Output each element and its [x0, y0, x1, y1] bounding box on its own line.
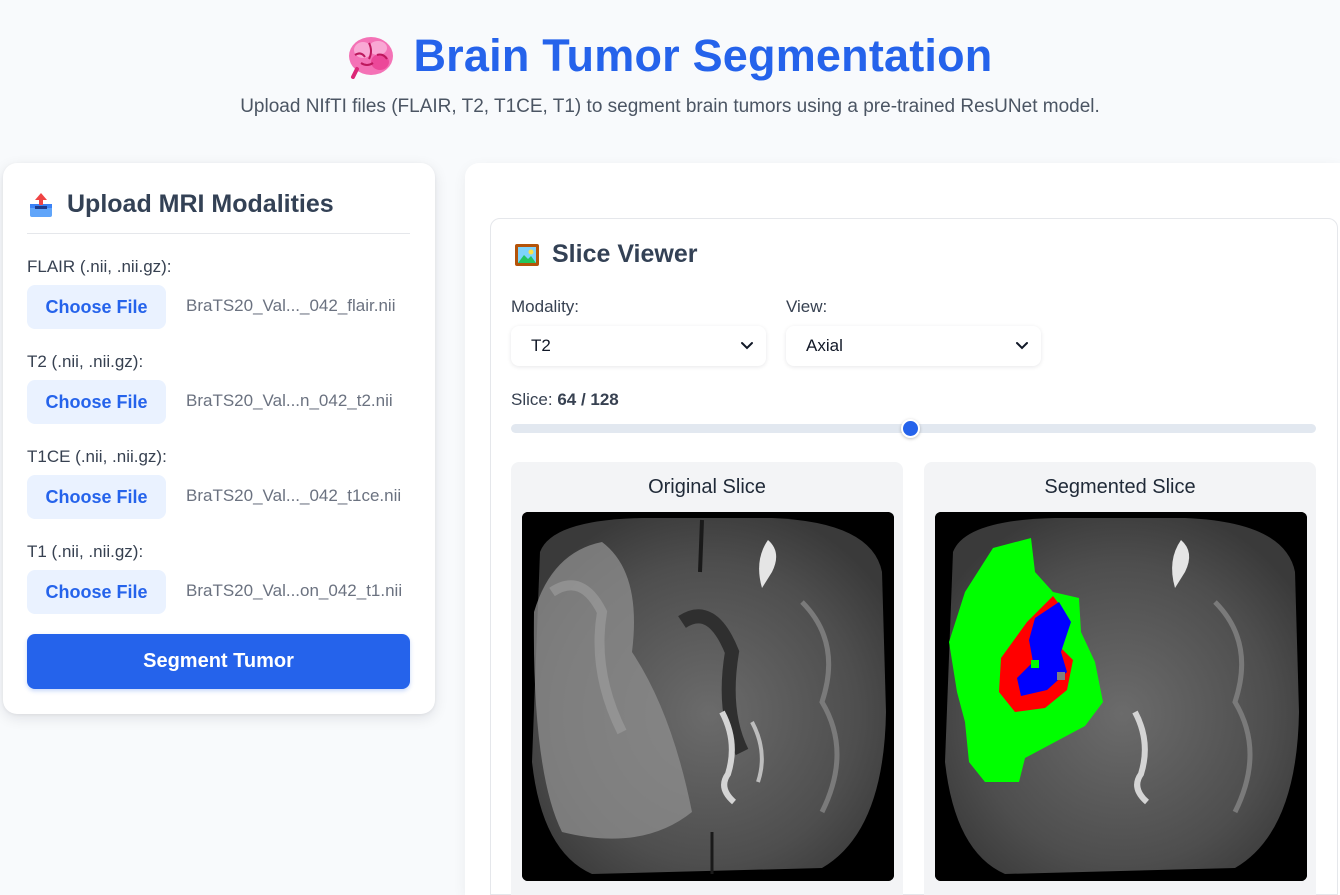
- upload-card-header: Upload MRI Modalities: [29, 190, 334, 219]
- slice-slider-thumb[interactable]: [901, 419, 920, 438]
- page-subtitle: Upload NIfTI files (FLAIR, T2, T1CE, T1)…: [240, 96, 1100, 117]
- chevron-down-icon: [1016, 342, 1028, 350]
- upload-card: [3, 163, 435, 714]
- divider: [27, 233, 410, 234]
- t1ce-label: T1CE (.nii, .nii.gz):: [27, 447, 167, 466]
- view-select-value: Axial: [806, 336, 843, 355]
- brain-icon: [349, 37, 394, 79]
- view-label: View:: [786, 297, 828, 316]
- page-header: Brain Tumor Segmentation: [0, 30, 1340, 82]
- t1-label: T1 (.nii, .nii.gz):: [27, 542, 144, 561]
- flair-choose-file-button[interactable]: Choose File: [27, 285, 166, 329]
- flair-label: FLAIR (.nii, .nii.gz):: [27, 257, 172, 276]
- segmented-slice-title: Segmented Slice: [1044, 476, 1196, 498]
- flair-file-name: BraTS20_Val..._042_flair.nii: [186, 296, 396, 315]
- chevron-down-icon: [741, 342, 753, 350]
- t2-choose-file-button[interactable]: Choose File: [27, 380, 166, 424]
- t1ce-choose-file-button[interactable]: Choose File: [27, 475, 166, 519]
- t1-file-name: BraTS20_Val...on_042_t1.nii: [186, 581, 403, 600]
- modality-select[interactable]: T2: [511, 326, 766, 366]
- slice-value: 64 / 128: [557, 390, 619, 409]
- t2-file-name: BraTS20_Val...n_042_t2.nii: [186, 391, 393, 410]
- slice-indicator: Slice: 64 / 128: [511, 390, 619, 410]
- segment-tumor-button[interactable]: Segment Tumor: [27, 634, 410, 689]
- t1ce-file-name: BraTS20_Val..._042_t1ce.nii: [186, 486, 402, 505]
- picture-icon: [515, 243, 539, 266]
- t2-label: T2 (.nii, .nii.gz):: [27, 352, 144, 371]
- slice-viewer-title: Slice Viewer: [552, 240, 698, 268]
- upload-card-title: Upload MRI Modalities: [67, 190, 334, 218]
- t1-choose-file-button[interactable]: Choose File: [27, 570, 166, 614]
- modality-select-value: T2: [531, 336, 551, 355]
- slice-viewer-header: Slice Viewer: [514, 240, 697, 269]
- original-slice-image: [522, 512, 894, 881]
- view-select[interactable]: Axial: [786, 326, 1041, 366]
- slice-label-text: Slice:: [511, 390, 553, 409]
- inbox-upload-icon: [30, 192, 52, 217]
- page-title: Brain Tumor Segmentation: [413, 30, 993, 81]
- original-slice-title: Original Slice: [648, 476, 766, 498]
- modality-label: Modality:: [511, 297, 580, 316]
- segmented-slice-image: [935, 512, 1307, 881]
